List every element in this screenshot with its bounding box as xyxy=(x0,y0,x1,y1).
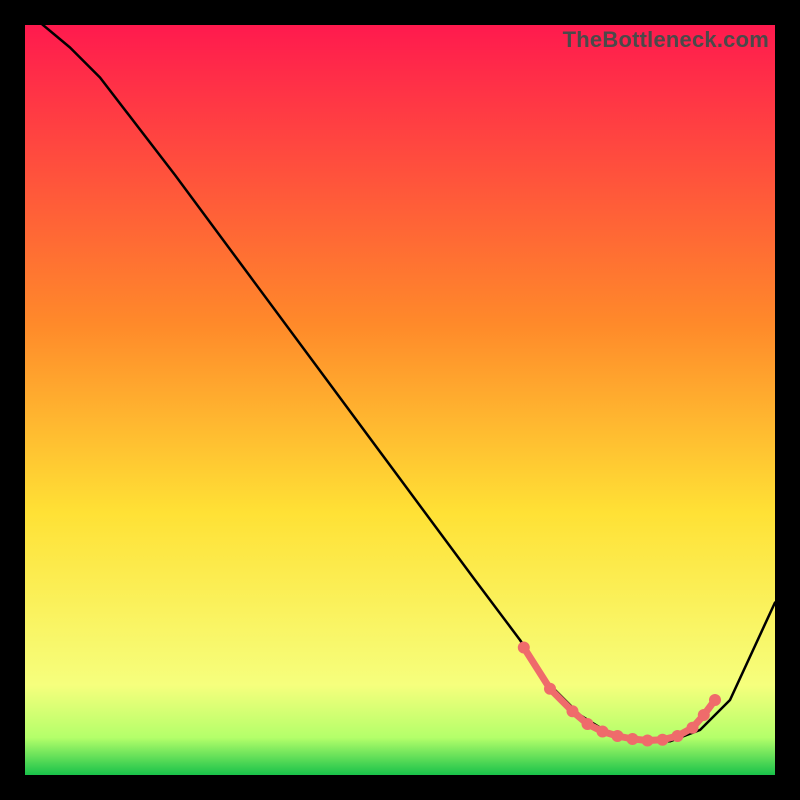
salmon-dot xyxy=(642,735,654,747)
salmon-dot xyxy=(567,705,579,717)
salmon-dot xyxy=(698,709,710,721)
salmon-dot xyxy=(518,642,530,654)
salmon-dot xyxy=(687,722,699,734)
watermark-text: TheBottleneck.com xyxy=(563,27,769,53)
salmon-dot xyxy=(597,726,609,738)
gradient-background xyxy=(25,25,775,775)
salmon-dot xyxy=(582,718,594,730)
salmon-dot xyxy=(672,730,684,742)
salmon-dot xyxy=(657,734,669,746)
salmon-dot xyxy=(627,733,639,745)
salmon-dot xyxy=(544,683,556,695)
chart-svg xyxy=(25,25,775,775)
chart-frame: TheBottleneck.com xyxy=(25,25,775,775)
salmon-dot xyxy=(612,730,624,742)
salmon-dot xyxy=(709,694,721,706)
